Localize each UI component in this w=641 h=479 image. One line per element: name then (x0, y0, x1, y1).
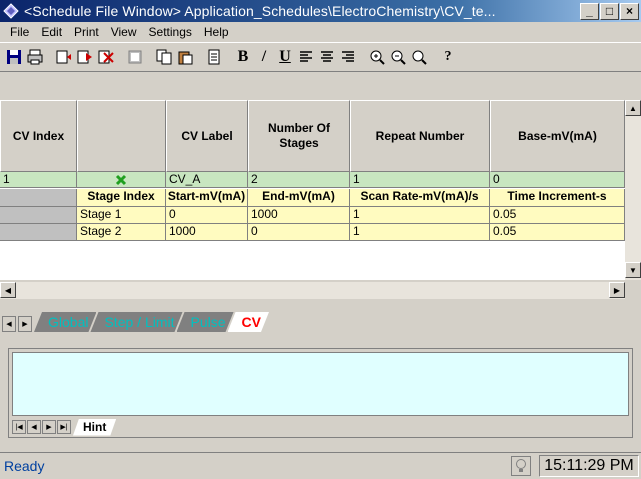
cv-index-cell[interactable]: 1 (0, 172, 77, 188)
hint-panel: |◀ ◀ ▶ ▶| Hint (8, 348, 633, 438)
menu-file[interactable]: File (4, 25, 35, 39)
scroll-right-icon[interactable]: ▶ (609, 282, 625, 298)
title-bar[interactable]: <Schedule File Window> Application_Sched… (0, 0, 641, 22)
bold-button[interactable]: B (233, 47, 253, 67)
menu-view[interactable]: View (105, 25, 143, 39)
stage-header-row: Stage Index Start-mV(mA) End-mV(mA) Scan… (0, 189, 625, 207)
header-cv-index[interactable]: CV Index (0, 100, 77, 172)
header-cv-label[interactable]: CV Label (166, 100, 248, 172)
tab-cv[interactable]: CV (228, 312, 269, 332)
start-mv-cell[interactable]: 1000 (166, 224, 248, 241)
tab-prev-icon[interactable]: ◀ (2, 316, 16, 332)
table-row[interactable]: Stage 1 0 1000 1 0.05 (0, 207, 625, 224)
restore-button[interactable]: □ (600, 2, 619, 20)
hint-next-icon[interactable]: ▶ (42, 420, 56, 434)
align-center-icon[interactable] (317, 47, 337, 67)
hint-prev-icon[interactable]: ◀ (27, 420, 41, 434)
print-icon[interactable] (25, 47, 45, 67)
row-spacer (0, 224, 77, 241)
hint-content (12, 352, 629, 416)
hint-first-icon[interactable]: |◀ (12, 420, 26, 434)
vertical-scrollbar[interactable]: ▲ ▼ (625, 100, 641, 280)
minimize-button[interactable]: _ (580, 2, 599, 20)
stage-header-spacer (0, 189, 77, 207)
tab-next-icon[interactable]: ▶ (18, 316, 32, 332)
base-cell[interactable]: 0 (490, 172, 625, 188)
close-button[interactable]: × (620, 2, 639, 20)
zoom-in-icon[interactable] (367, 47, 387, 67)
time-increment-cell[interactable]: 0.05 (490, 224, 625, 241)
table-row[interactable]: 1 CV_A 2 1 0 (0, 172, 625, 188)
scroll-up-icon[interactable]: ▲ (625, 100, 641, 116)
paste-icon[interactable] (175, 47, 195, 67)
end-mv-cell[interactable]: 0 (248, 224, 350, 241)
grid-header: CV Index CV Label Number Of Stages Repea… (0, 100, 625, 172)
time-increment-cell[interactable]: 0.05 (490, 207, 625, 224)
tab-hint[interactable]: Hint (73, 419, 116, 436)
zoom-out-icon[interactable] (388, 47, 408, 67)
help-button[interactable]: ? (438, 47, 458, 67)
tab-pulse[interactable]: Pulse (177, 312, 234, 332)
hint-last-icon[interactable]: ▶| (57, 420, 71, 434)
insert-row-icon[interactable] (54, 47, 74, 67)
start-mv-cell[interactable]: 0 (166, 207, 248, 224)
menu-settings[interactable]: Settings (143, 25, 198, 39)
stage-index-cell[interactable]: Stage 1 (77, 207, 166, 224)
tab-strip: ◀ ▶ Global Step / Limit Pulse CV (0, 308, 641, 332)
scan-rate-cell[interactable]: 1 (350, 224, 490, 241)
italic-button[interactable]: / (254, 47, 274, 67)
tab-global[interactable]: Global (34, 312, 96, 332)
header-base-mv[interactable]: Base-mV(mA) (490, 100, 625, 172)
zoom-icon[interactable] (409, 47, 429, 67)
stage-header-start: Start-mV(mA) (166, 189, 248, 207)
grid-icon[interactable] (125, 47, 145, 67)
append-row-icon[interactable] (75, 47, 95, 67)
horizontal-scrollbar[interactable]: ◀ ▶ (0, 282, 625, 299)
table-row[interactable]: Stage 2 1000 0 1 0.05 (0, 224, 625, 241)
menu-edit[interactable]: Edit (35, 25, 68, 39)
menu-help[interactable]: Help (198, 25, 235, 39)
check-icon[interactable] (77, 172, 166, 188)
window-title: <Schedule File Window> Application_Sched… (24, 3, 496, 19)
header-repeat-number[interactable]: Repeat Number (350, 100, 490, 172)
menu-bar: File Edit Print View Settings Help (0, 22, 641, 42)
status-text: Ready (4, 458, 45, 474)
save-icon[interactable] (4, 47, 24, 67)
stage-header-end: End-mV(mA) (248, 189, 350, 207)
header-blank[interactable] (77, 100, 166, 172)
cv-label-cell[interactable]: CV_A (166, 172, 248, 188)
tab-step-limit[interactable]: Step / Limit (90, 312, 182, 332)
toolbar: B / U ? (0, 42, 641, 72)
scroll-down-icon[interactable]: ▼ (625, 262, 641, 278)
stages-cell[interactable]: 2 (248, 172, 350, 188)
document-icon[interactable] (204, 47, 224, 67)
end-mv-cell[interactable]: 1000 (248, 207, 350, 224)
status-clock: 15:11:29 PM (539, 455, 639, 477)
align-right-icon[interactable] (338, 47, 358, 67)
repeat-cell[interactable]: 1 (350, 172, 490, 188)
stage-header-time-increment: Time Increment-s (490, 189, 625, 207)
align-left-icon[interactable] (296, 47, 316, 67)
header-number-of-stages[interactable]: Number Of Stages (248, 100, 350, 172)
status-bar: Ready 15:11:29 PM (0, 452, 641, 479)
stage-index-cell[interactable]: Stage 2 (77, 224, 166, 241)
row-spacer (0, 207, 77, 224)
delete-row-icon[interactable] (96, 47, 116, 67)
underline-button[interactable]: U (275, 47, 295, 67)
lightbulb-icon (511, 456, 531, 476)
stage-header-scan-rate: Scan Rate-mV(mA)/s (350, 189, 490, 207)
scroll-left-icon[interactable]: ◀ (0, 282, 16, 298)
stage-header-index: Stage Index (77, 189, 166, 207)
scan-rate-cell[interactable]: 1 (350, 207, 490, 224)
app-icon[interactable] (3, 3, 19, 19)
copy-icon[interactable] (154, 47, 174, 67)
menu-print[interactable]: Print (68, 25, 105, 39)
